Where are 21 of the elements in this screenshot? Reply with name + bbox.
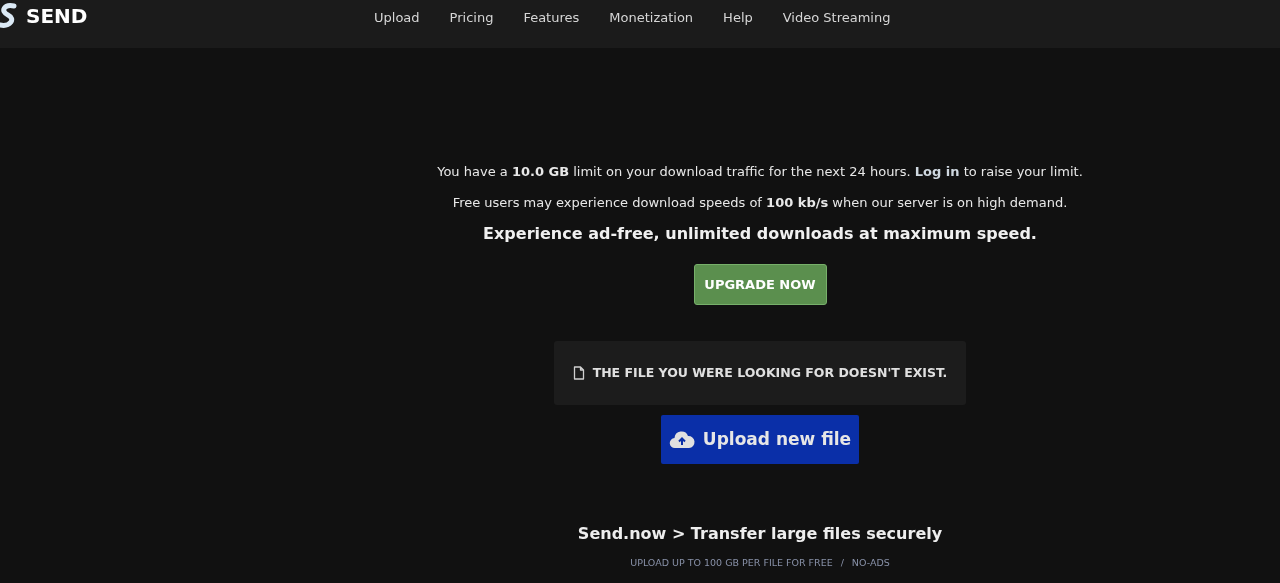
nav-link[interactable]: Features (523, 8, 580, 28)
feature-text: UPLOAD UP TO 100 GB PER FILE FOR FREE (630, 556, 833, 570)
nav-link[interactable]: Upload (374, 8, 420, 28)
upgrade-button[interactable]: UPGRADE NOW (693, 264, 827, 305)
nav-link[interactable]: Pricing (449, 8, 494, 28)
download-limit-notice: You have a 10.0 GB limit on your download traffic for the next 24 hours. Log in to raise your limit. (437, 163, 1083, 181)
file-icon (572, 366, 585, 380)
cloud-upload-icon (668, 429, 695, 450)
separator: / (840, 556, 844, 570)
feature-text: NO-ADS (851, 556, 890, 570)
logo-icon (0, 3, 18, 29)
footer-title: Send.now > Transfer large files securely (577, 523, 943, 545)
error-message: THE FILE YOU WERE LOOKING FOR DOESN'T EXIST. (592, 363, 948, 382)
nav-link[interactable]: Monetization (609, 8, 694, 28)
logo-text: SEND (26, 3, 88, 30)
speed-note: Free users may experience download speeds of 100 kb/s when our server is on high demand. (452, 193, 1068, 212)
login-link[interactable]: Log in (914, 164, 960, 179)
nav-link[interactable]: Help (723, 8, 753, 28)
upload-button[interactable]: Upload new file (661, 415, 859, 464)
nav-link[interactable]: Video Streaming (782, 8, 891, 28)
promo-text: Experience ad-free, unlimited downloads at maximum speed. (483, 223, 1037, 245)
